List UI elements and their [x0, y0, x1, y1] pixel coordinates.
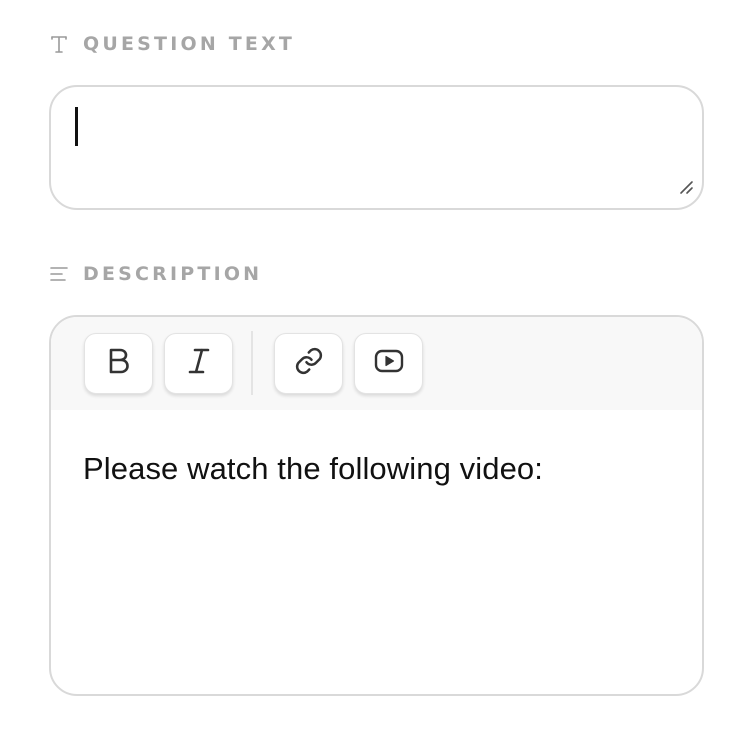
description-editor: Please watch the following video: [49, 315, 704, 696]
question-text-input[interactable] [49, 85, 704, 210]
align-left-icon [49, 264, 69, 284]
link-icon [294, 346, 324, 381]
description-label: DESCRIPTION [49, 263, 262, 285]
video-button[interactable] [354, 333, 423, 394]
text-cursor [75, 107, 78, 146]
editor-toolbar [51, 317, 702, 410]
italic-button[interactable] [164, 333, 233, 394]
resize-handle-icon[interactable] [678, 179, 694, 200]
description-label-text: DESCRIPTION [83, 263, 263, 285]
video-icon [374, 348, 404, 379]
toolbar-divider [251, 331, 253, 395]
text-type-icon [49, 34, 69, 54]
bold-button[interactable] [84, 333, 153, 394]
question-text-label-text: QUESTION TEXT [83, 33, 296, 55]
bold-icon [106, 347, 132, 380]
link-button[interactable] [274, 333, 343, 394]
editor-content-text[interactable]: Please watch the following video: [83, 451, 543, 487]
question-text-label: QUESTION TEXT [49, 33, 295, 55]
italic-icon [186, 347, 212, 380]
